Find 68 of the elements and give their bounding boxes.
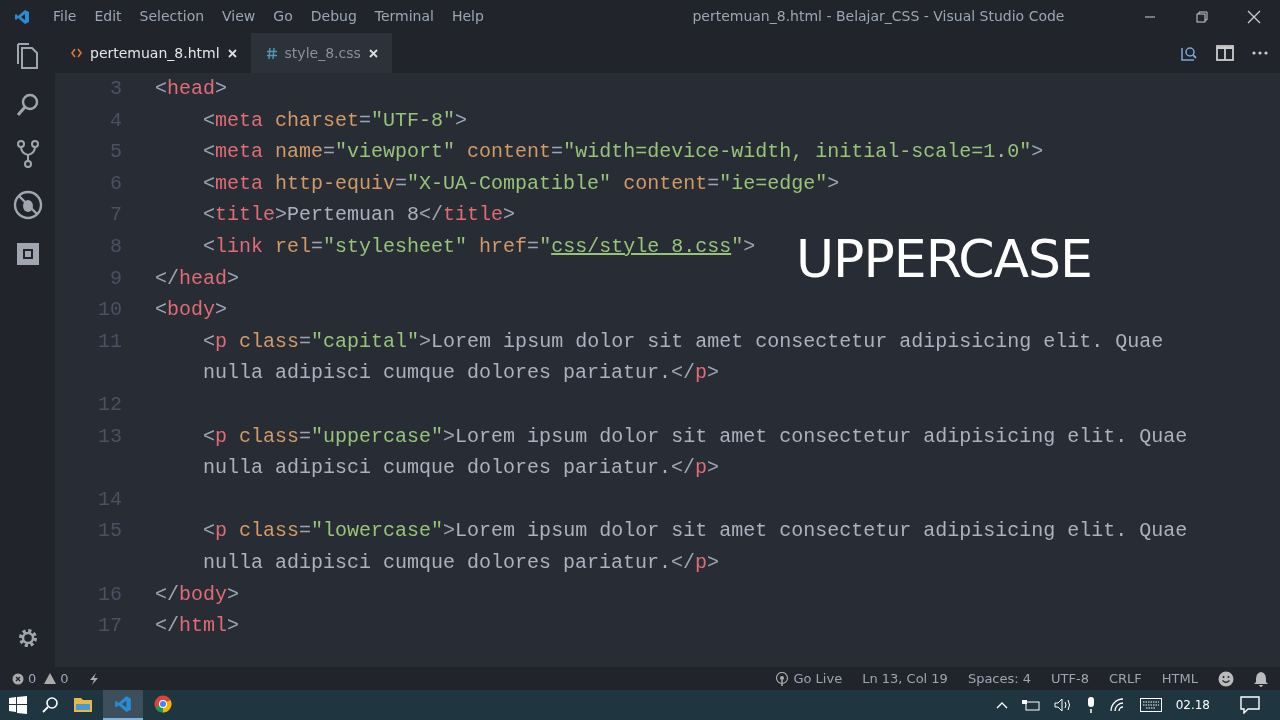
code-line: </body> [155, 582, 240, 606]
close-icon[interactable] [1247, 9, 1261, 24]
editor-tab[interactable]: style_8.css [250, 33, 392, 73]
menu-item[interactable]: Go [264, 6, 302, 27]
more-actions-icon[interactable] [1252, 51, 1268, 55]
menu-item[interactable]: Terminal [365, 6, 443, 27]
smiley-icon[interactable] [1218, 670, 1234, 687]
lightning-icon[interactable] [88, 672, 99, 685]
open-preview-icon[interactable] [1180, 44, 1198, 62]
notifications-icon[interactable] [1240, 696, 1260, 714]
search-icon[interactable] [41, 696, 59, 714]
status-item[interactable]: Go Live [775, 668, 843, 689]
chevron-up-icon[interactable] [995, 701, 1008, 709]
errors-count[interactable]: 0 [12, 668, 37, 689]
code-line: <meta charset="UTF-8"> [203, 108, 468, 132]
code-line: nulla adipisci cumque dolores pariatur.</p> [203, 550, 720, 574]
code-line: </html> [155, 614, 240, 638]
code-line: </head> [155, 266, 240, 290]
wifi-icon[interactable] [1109, 698, 1126, 712]
code-line: <p class="lowercase">Lorem ipsum dolor sit amet consectetur adipisicing elit. Quae [203, 519, 1188, 543]
menu-item[interactable]: Edit [85, 6, 131, 27]
code-line: <meta name="viewport" content="width=device-width, initial-scale=1.0"> [203, 140, 1044, 164]
battery-icon[interactable] [1021, 699, 1040, 711]
menu-item[interactable]: View [213, 6, 265, 27]
debug-icon[interactable] [12, 190, 43, 220]
status-item[interactable]: Spaces: 4 [967, 668, 1032, 689]
settings-icon[interactable] [16, 627, 39, 649]
code-line: <link rel="stylesheet" href="css/style_8.css"> [203, 234, 756, 258]
clock[interactable]: 02.18 [1175, 696, 1210, 714]
hash-icon [266, 47, 277, 59]
windows-start-icon[interactable] [9, 696, 27, 714]
code-line: nulla adipisci cumque dolores pariatur.</p> [203, 361, 720, 385]
split-editor-icon[interactable] [1216, 45, 1234, 61]
vscode-logo-icon [14, 8, 30, 25]
menu-item[interactable]: Selection [130, 6, 214, 27]
menu-item[interactable]: Debug [301, 6, 366, 27]
overlay-caption: UPPERCASE [796, 233, 1092, 285]
microphone-icon[interactable] [1085, 697, 1096, 713]
files-icon[interactable] [14, 43, 41, 71]
code-brackets-icon [71, 48, 82, 58]
restore-icon[interactable] [1196, 10, 1208, 23]
error-icon [12, 672, 24, 685]
warnings-count[interactable]: 0 [44, 668, 69, 689]
menu-item[interactable]: File [44, 6, 86, 27]
extensions-icon[interactable] [14, 241, 41, 267]
code-line: <p class="uppercase">Lorem ipsum dolor sit amet consectetur adipisicing elit. Quae [203, 424, 1188, 448]
code-line: <head> [155, 77, 228, 100]
source-control-icon[interactable] [15, 139, 40, 169]
warning-icon [44, 672, 57, 685]
status-item[interactable]: Ln 13, Col 19 [862, 668, 948, 689]
menu-item[interactable]: Help [442, 6, 493, 27]
code-line: <title>Pertemuan 8</title> [203, 203, 516, 227]
search-icon[interactable] [14, 92, 41, 118]
bell-icon[interactable] [1254, 670, 1268, 687]
status-item[interactable]: CRLF [1108, 668, 1142, 689]
code-line: nulla adipisci cumque dolores pariatur.</p> [203, 456, 720, 480]
volume-icon[interactable] [1053, 698, 1072, 712]
code-line: <meta http-equiv="X-UA-Compatible" content="ie=edge"> [203, 171, 840, 195]
broadcast-icon [775, 671, 790, 686]
vscode-logo-icon[interactable] [103, 690, 143, 720]
close-tab-icon[interactable] [368, 48, 378, 58]
keyboard-icon[interactable] [1139, 698, 1162, 712]
window-title: pertemuan_8.html - Belajar_CSS - Visual Studio Code [691, 7, 1066, 26]
status-item[interactable]: UTF-8 [1051, 668, 1089, 689]
code-line: <p class="capital">Lorem ipsum dolor sit amet consectetur adipisicing elit. Quae [203, 329, 1164, 353]
code-line: <body> [155, 298, 228, 322]
close-tab-icon[interactable] [227, 48, 237, 58]
status-item[interactable]: HTML [1161, 668, 1198, 689]
